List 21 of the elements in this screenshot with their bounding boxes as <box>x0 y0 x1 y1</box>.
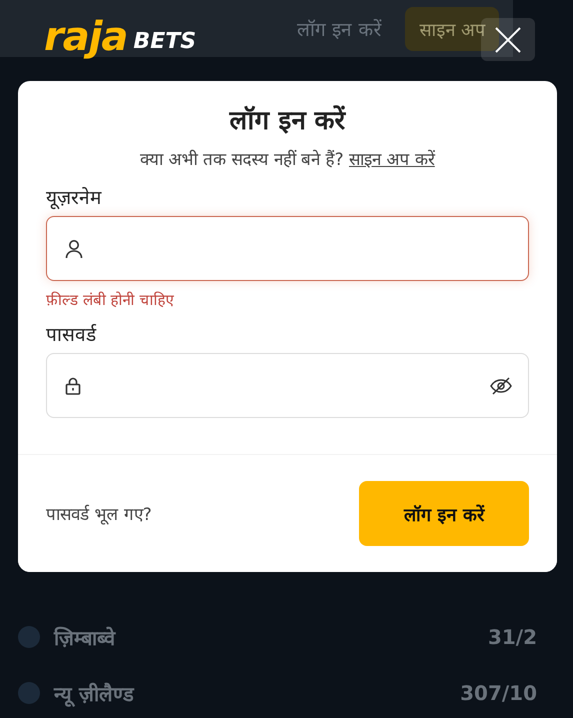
score: 31/2 <box>488 625 538 649</box>
team-name: न्यू ज़ीलैण्ड <box>54 680 134 706</box>
error-message: फ़ील्ड लंबी होनी चाहिए <box>46 290 175 309</box>
team-name: ज़िम्बाब्वे <box>54 624 115 650</box>
close-icon <box>495 26 521 52</box>
field-label: पासवर्ड <box>46 323 98 347</box>
user-icon <box>65 238 83 258</box>
logo-text: BETS <box>133 29 196 56</box>
field-label: यूज़रनेम <box>46 186 103 210</box>
password-field[interactable] <box>46 353 529 418</box>
signup-link[interactable]: साइन अप करें <box>349 150 435 170</box>
eye-off-icon[interactable] <box>490 376 512 394</box>
signup-button[interactable]: साइन अप <box>405 6 499 50</box>
signup-prompt: क्या अभी तक सदस्य नहीं बने हैं? साइन अप करें <box>139 148 436 170</box>
score: 307/10 <box>460 681 538 705</box>
username-field[interactable] <box>46 216 529 281</box>
lock-icon <box>65 376 81 394</box>
login-button[interactable]: लॉग इन करें <box>359 481 529 546</box>
logo-text: raja <box>44 14 128 60</box>
forgot-password-link[interactable]: पासवर्ड भूल गए? <box>46 502 152 525</box>
dialog-title: लॉग इन करें <box>228 104 347 138</box>
